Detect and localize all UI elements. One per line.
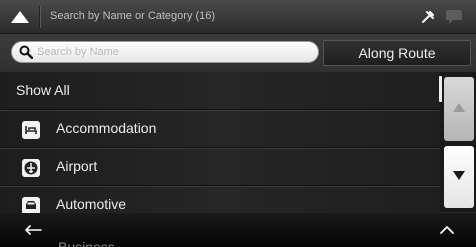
scrollbar-thumb[interactable] (439, 76, 442, 102)
triangle-up-icon (453, 103, 465, 112)
list-item-label: Show All (16, 82, 70, 98)
along-route-button[interactable]: Along Route (323, 40, 471, 66)
search-row: Search by Name Along Route (0, 34, 476, 72)
search-icon (19, 45, 33, 59)
header-divider (39, 6, 40, 28)
bed-icon (22, 121, 40, 139)
list-item-label: Accommodation (56, 120, 157, 136)
scroll-down-button[interactable] (444, 146, 474, 208)
top-bar: Search by Name or Category (16) (0, 0, 476, 34)
list-item-partial: Business (58, 239, 115, 247)
airplane-icon (22, 159, 40, 177)
list-item-label: Automotive (56, 196, 127, 212)
scroll-up-button[interactable] (444, 77, 474, 141)
triangle-down-icon (453, 171, 465, 180)
list-item-label: Airport (56, 158, 98, 174)
list-item-accommodation[interactable]: Accommodation (0, 110, 440, 148)
search-placeholder: Search by Name (37, 46, 119, 58)
list-item-show-all[interactable]: Show All (0, 72, 440, 110)
search-input[interactable]: Search by Name (11, 41, 319, 63)
tools-icon[interactable] (421, 10, 435, 24)
back-arrow-icon[interactable] (24, 225, 42, 235)
page-title: Search by Name or Category (16) (50, 10, 216, 22)
bottom-bar: Business (0, 213, 476, 247)
chevron-up-icon[interactable] (440, 225, 454, 234)
list-item-airport[interactable]: Airport (0, 148, 440, 186)
chat-bubble-icon[interactable] (444, 9, 464, 25)
up-arrow-icon[interactable] (10, 10, 30, 24)
